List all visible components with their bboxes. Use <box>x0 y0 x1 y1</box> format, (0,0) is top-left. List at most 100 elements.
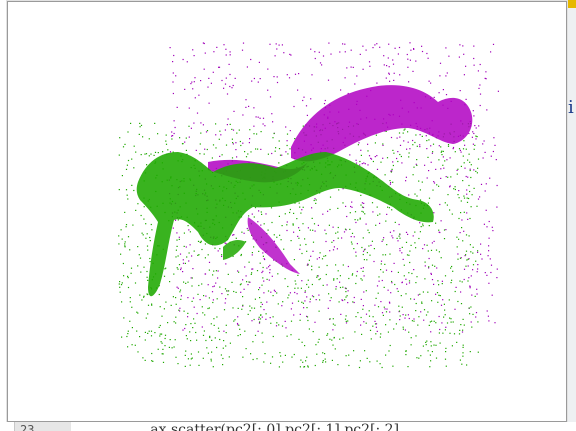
scatter-point <box>464 167 466 169</box>
scatter-point <box>387 331 389 333</box>
scatter-point <box>250 273 252 275</box>
scatter-point <box>243 288 245 290</box>
scatter-point <box>399 250 401 252</box>
scatter-point <box>315 299 317 301</box>
scatter-point <box>195 331 197 334</box>
scatter-point <box>473 64 475 66</box>
scatter-point <box>244 151 246 153</box>
scatter-point <box>461 227 463 229</box>
scatter-point <box>467 280 469 282</box>
scatter-point <box>360 267 362 269</box>
scatter-point <box>376 285 379 287</box>
scatter-point <box>355 255 357 257</box>
scatter-point <box>270 322 272 324</box>
scatter-point <box>207 307 209 310</box>
scatter-point <box>179 289 182 291</box>
scatter-point <box>414 141 416 144</box>
scatter-point <box>302 99 304 102</box>
scatter-point <box>475 138 477 140</box>
scatter-point <box>293 105 295 108</box>
scatter-point <box>262 255 264 257</box>
scatter-point <box>187 312 189 314</box>
scatter-point <box>407 314 409 316</box>
scatter-point <box>458 56 460 58</box>
scatter-point <box>295 283 297 285</box>
scatter-point <box>332 323 334 325</box>
scatter-point <box>252 268 254 270</box>
scatter-point <box>397 53 399 55</box>
scatter-point <box>201 248 203 251</box>
scatter-point <box>424 265 426 267</box>
scatter-point <box>131 327 133 329</box>
scatter-point <box>270 291 272 293</box>
scatter-point <box>126 194 128 196</box>
scatter-point <box>299 313 301 315</box>
scatter-point <box>179 307 181 309</box>
scatter-point <box>404 329 406 331</box>
scatter-point <box>479 104 481 107</box>
scatter-point <box>461 281 463 283</box>
scatter-point <box>306 250 308 252</box>
scatter-point <box>353 296 355 299</box>
scatter-point <box>471 136 473 138</box>
scatter-point <box>193 318 195 320</box>
scatter-point <box>383 237 385 239</box>
scatter-point <box>445 176 447 178</box>
scatter-point <box>233 320 235 322</box>
scatter-point <box>370 244 372 246</box>
scatter-point <box>188 136 190 138</box>
scatter-point <box>390 136 393 139</box>
scatter-point <box>390 171 392 173</box>
scatter-point <box>432 151 434 153</box>
scatter-point <box>446 72 448 74</box>
scatter-point <box>337 231 339 233</box>
scatter-point <box>253 133 255 135</box>
matplotlib-figure-window[interactable] <box>7 1 567 422</box>
scatter-point <box>291 356 293 358</box>
scatter-point <box>440 220 442 222</box>
point-cloud-plot[interactable] <box>8 2 566 421</box>
scatter-point <box>392 365 394 367</box>
scatter-point <box>250 353 252 355</box>
scatter-point <box>484 151 486 153</box>
scatter-point <box>262 277 264 279</box>
scatter-point <box>389 302 391 304</box>
scatter-point <box>240 144 242 147</box>
scatter-point <box>482 143 484 145</box>
scatter-point <box>335 232 337 234</box>
scatter-point <box>247 153 249 155</box>
scatter-point <box>145 317 147 319</box>
scatter-point <box>445 326 447 328</box>
scatter-point <box>301 252 303 255</box>
scatter-point <box>452 270 454 272</box>
scatter-point <box>203 295 205 297</box>
scatter-point <box>459 257 462 259</box>
scatter-point <box>229 85 231 88</box>
scatter-point <box>450 176 452 178</box>
scatter-point <box>198 364 200 366</box>
scatter-point <box>142 357 144 359</box>
scatter-point <box>353 248 355 250</box>
scatter-point <box>151 303 153 305</box>
scatter-point <box>419 222 421 224</box>
scatter-point <box>399 319 401 321</box>
scatter-point <box>459 149 461 151</box>
scatter-point <box>310 98 312 100</box>
scatter-point <box>456 173 458 175</box>
scatter-point <box>151 304 153 306</box>
scatter-point <box>416 145 418 147</box>
scatter-point <box>220 354 222 356</box>
scatter-point <box>308 259 310 261</box>
scatter-point <box>145 223 147 225</box>
scatter-point <box>433 96 435 98</box>
scatter-point <box>134 282 137 284</box>
scatter-point <box>121 282 123 284</box>
scatter-point <box>454 186 456 188</box>
scatter-point <box>294 291 296 294</box>
scatter-point <box>447 145 450 147</box>
scatter-point <box>177 255 179 257</box>
scatter-point <box>468 277 470 279</box>
scatter-point <box>475 312 478 314</box>
scatter-point <box>324 229 326 231</box>
scatter-point <box>467 258 469 260</box>
